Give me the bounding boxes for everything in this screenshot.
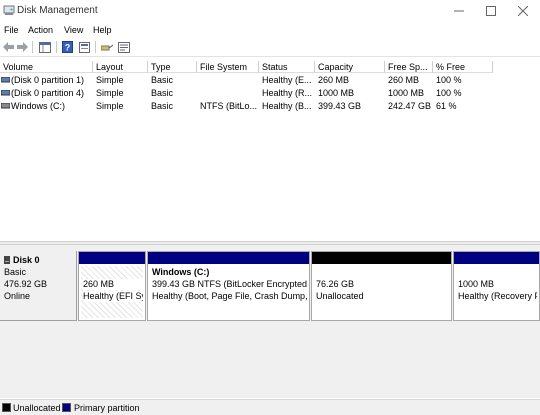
maximize-button[interactable] xyxy=(475,0,507,21)
cell-volume: (Disk 0 partition 4) xyxy=(11,88,85,98)
partition-bar xyxy=(79,252,145,264)
cell-free-space: 242.47 GB xyxy=(388,101,432,111)
cell-status: Healthy (R... xyxy=(262,88,313,98)
partition-title: Windows (C:) xyxy=(152,267,210,277)
cell-type: Basic xyxy=(151,88,174,98)
column-header-volume[interactable]: Volume xyxy=(0,61,93,73)
table-row[interactable]: (Disk 0 partition 4) Simple Basic Health… xyxy=(0,87,540,99)
partition-status: Healthy (EFI Sy xyxy=(83,291,143,302)
disk-status: Online xyxy=(4,291,31,301)
console-button[interactable] xyxy=(117,40,130,54)
cell-capacity: 260 MB xyxy=(318,75,350,85)
cell-file-system xyxy=(197,87,259,99)
back-icon xyxy=(2,42,14,52)
partition-status: Healthy (Recovery F xyxy=(458,291,537,301)
menu-view[interactable]: View xyxy=(64,25,83,35)
toolbar-separator xyxy=(95,41,96,53)
cell-status: Healthy (E... xyxy=(262,75,312,85)
console-icon xyxy=(78,41,90,53)
cell-file-system xyxy=(197,74,259,86)
disk-icon xyxy=(4,256,10,264)
properties-icon xyxy=(39,41,51,53)
partition-bar xyxy=(454,252,539,264)
window-title: Disk Management xyxy=(17,5,98,16)
partition-windows-c[interactable]: Windows (C:) 399.43 GB NTFS (BitLocker E… xyxy=(147,251,310,321)
cell-capacity: 1000 MB xyxy=(318,88,355,98)
table-row[interactable]: Windows (C:) Simple Basic NTFS (BitLo...… xyxy=(0,100,540,112)
connect-button[interactable] xyxy=(100,40,113,54)
column-header-free-space[interactable]: Free Sp... xyxy=(385,61,433,73)
toolbar-separator xyxy=(56,41,57,53)
partition-size: 399.43 GB NTFS (BitLocker Encrypted) xyxy=(152,279,307,289)
minimize-button[interactable] xyxy=(443,0,475,21)
disk-type: Basic xyxy=(4,267,27,277)
table-row[interactable]: (Disk 0 partition 1) Simple Basic Health… xyxy=(0,74,540,86)
partition-bar xyxy=(148,252,309,264)
toolbar-separator xyxy=(32,41,33,53)
partition-status: Unallocated xyxy=(316,291,364,301)
disk-name: Disk 0 xyxy=(13,255,40,265)
disk-management-icon xyxy=(3,5,15,15)
cell-capacity: 399.43 GB xyxy=(318,101,362,111)
legend-label-primary: Primary partition xyxy=(74,403,140,413)
minimize-icon xyxy=(454,10,464,11)
cell-percent-free: 100 % xyxy=(436,88,462,98)
maximize-icon xyxy=(486,5,496,16)
toolbar: ? xyxy=(0,38,540,57)
disk-size: 476.92 GB xyxy=(4,279,48,289)
cell-layout: Simple xyxy=(96,101,124,111)
cell-layout: Simple xyxy=(96,75,124,85)
column-header-type[interactable]: Type xyxy=(148,61,197,73)
console-icon xyxy=(117,41,130,53)
menu-bar: File Action View Help xyxy=(0,22,540,38)
cell-type: Basic xyxy=(151,75,174,85)
volume-icon xyxy=(1,77,10,83)
column-header-capacity[interactable]: Capacity xyxy=(315,61,385,73)
legend-label-unallocated: Unallocated xyxy=(13,403,61,413)
cell-status: Healthy (B... xyxy=(262,101,312,111)
column-header-file-system[interactable]: File System xyxy=(197,61,259,73)
column-header-status[interactable]: Status xyxy=(259,61,315,73)
close-icon xyxy=(518,5,528,16)
list-view-button[interactable] xyxy=(78,40,90,54)
column-header-layout[interactable]: Layout xyxy=(93,61,148,73)
partition-size: 260 MB xyxy=(83,279,143,290)
volume-icon xyxy=(1,103,10,109)
svg-text:?: ? xyxy=(64,43,70,53)
column-header-percent-free[interactable]: % Free xyxy=(433,61,493,73)
cell-layout: Simple xyxy=(96,88,124,98)
close-button[interactable] xyxy=(507,0,539,21)
legend-swatch-unallocated xyxy=(2,403,11,412)
menu-help[interactable]: Help xyxy=(93,25,112,35)
menu-file[interactable]: File xyxy=(4,25,19,35)
help-button[interactable]: ? xyxy=(61,40,73,54)
cell-volume: Windows (C:) xyxy=(11,101,66,111)
volume-icon xyxy=(1,90,10,96)
connect-icon xyxy=(100,44,113,51)
partition-status: Healthy (Boot, Page File, Crash Dump, F xyxy=(152,291,307,301)
back-button[interactable] xyxy=(2,40,14,54)
cell-percent-free: 100 % xyxy=(436,75,462,85)
partition-size: 76.26 GB xyxy=(316,279,355,289)
cell-percent-free: 61 % xyxy=(436,101,457,111)
properties-button[interactable] xyxy=(38,40,52,54)
partition-recovery[interactable]: 1000 MB Healthy (Recovery F xyxy=(453,251,540,321)
cell-volume: (Disk 0 partition 1) xyxy=(11,75,85,85)
partition-unallocated[interactable]: 76.26 GB Unallocated xyxy=(311,251,452,321)
cell-free-space: 1000 MB xyxy=(388,88,425,98)
cell-free-space: 260 MB xyxy=(388,75,420,85)
forward-button[interactable] xyxy=(16,40,28,54)
legend-swatch-primary xyxy=(62,403,71,412)
help-icon: ? xyxy=(61,41,73,53)
cell-file-system: NTFS (BitLo... xyxy=(200,101,258,111)
forward-icon xyxy=(16,42,28,52)
cell-type: Basic xyxy=(151,101,174,111)
partition-size: 1000 MB xyxy=(458,279,495,289)
partition-bar xyxy=(312,252,451,264)
volume-list[interactable]: Volume Layout Type File System Status Ca… xyxy=(0,61,540,241)
partition-efi[interactable]: 260 MB Healthy (EFI Sy xyxy=(78,251,146,321)
menu-action[interactable]: Action xyxy=(28,25,53,35)
